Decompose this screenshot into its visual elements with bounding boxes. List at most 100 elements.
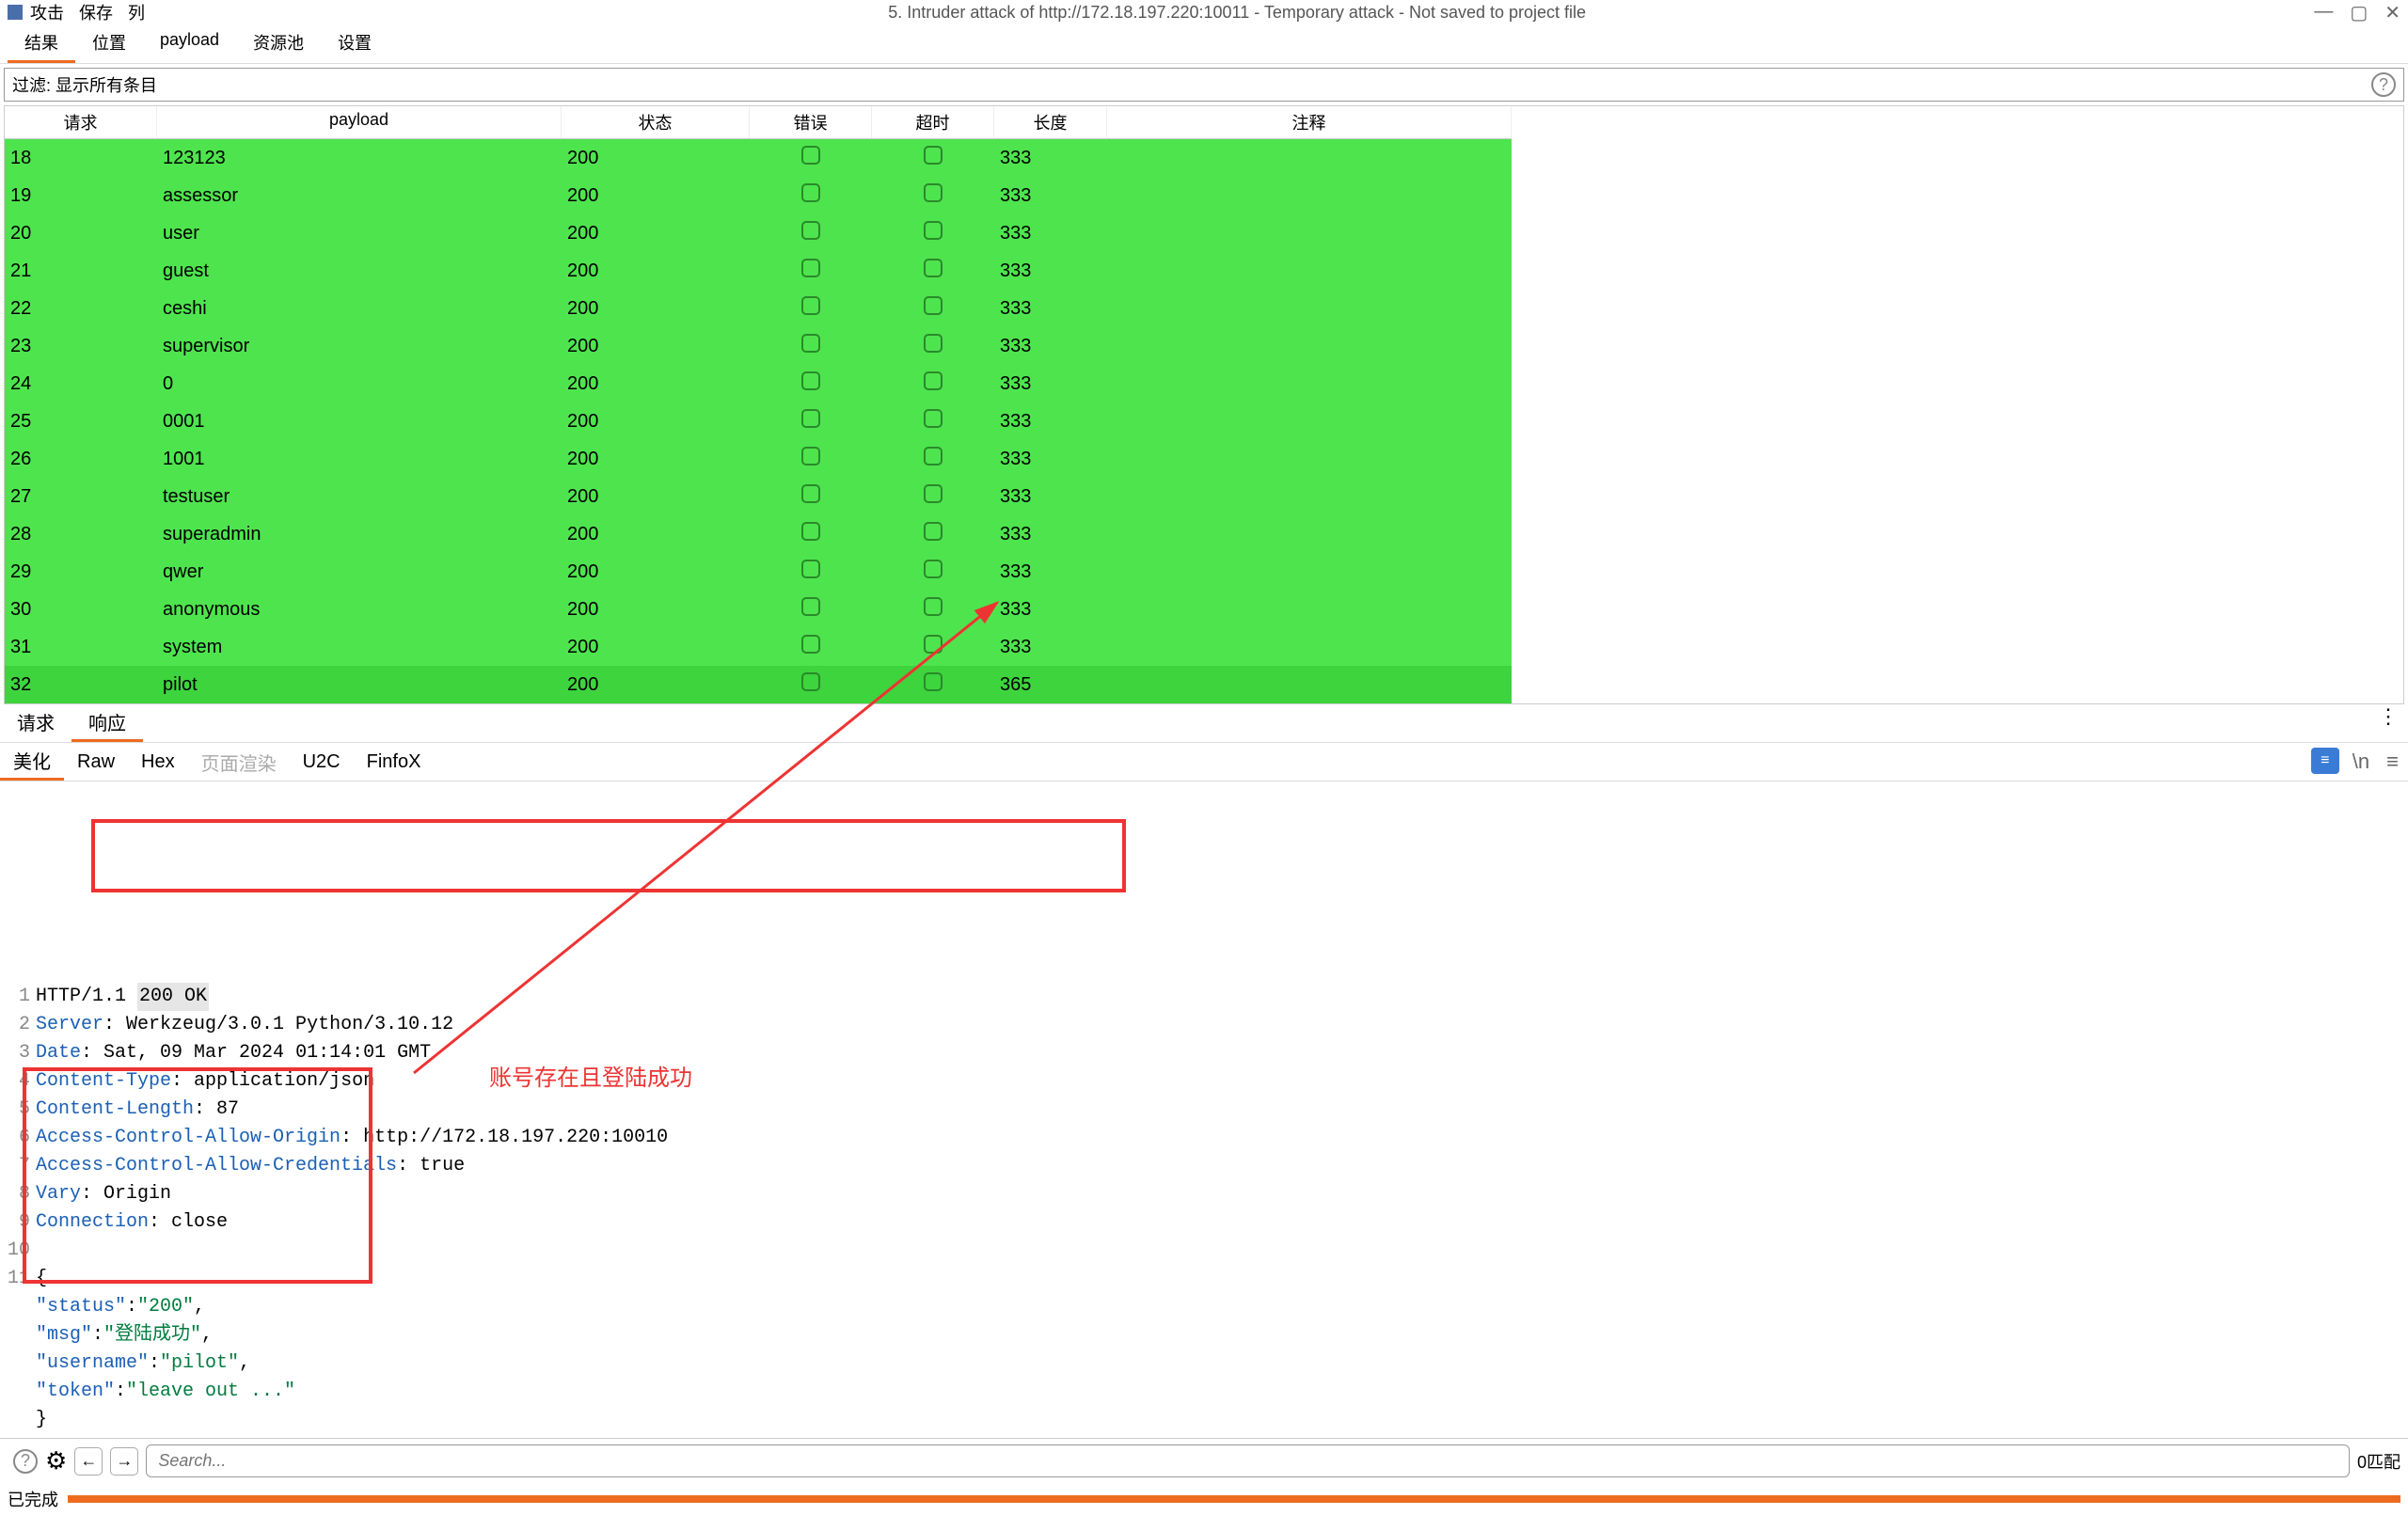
close-icon[interactable]: ✕ [2384,1,2400,24]
vtab-hex[interactable]: Hex [128,748,188,777]
checkbox-icon [801,221,820,240]
app-icon [8,5,23,20]
search-bar: ? ⚙ ← → 0匹配 [0,1438,2408,1483]
more-icon[interactable]: ⋮ [2368,704,2408,742]
prev-match-button[interactable]: ← [74,1447,103,1476]
code-line: "token":"leave out ..." [8,1378,2400,1406]
response-body[interactable]: 账号存在且登陆成功 1HTTP/1.1 200 OK2Server: Werkz… [0,781,2408,1438]
table-row[interactable]: 21guest200333 [5,252,1512,290]
tab-results[interactable]: 结果 [8,24,75,63]
menu-save[interactable]: 保存 [79,0,113,24]
help-icon[interactable]: ? [2371,72,2396,97]
col-timeout[interactable]: 超时 [872,106,994,138]
tab-resourcepool[interactable]: 资源池 [236,24,321,63]
col-status[interactable]: 状态 [562,106,750,138]
checkbox-icon [924,560,943,578]
filter-value: 显示所有条目 [55,72,2366,97]
checkbox-icon [801,672,820,691]
table-row[interactable]: 31system200333 [5,628,1512,666]
checkbox-icon [801,484,820,503]
view-tabs: 美化 Raw Hex 页面渲染 U2C FinfoX ≡ \n ≡ [0,743,2408,781]
tab-response[interactable]: 响应 [71,704,143,742]
checkbox-icon [924,371,943,390]
vtab-finfox[interactable]: FinfoX [354,748,435,777]
checkbox-icon [924,484,943,503]
tab-settings[interactable]: 设置 [321,24,388,63]
checkbox-icon [801,560,820,578]
checkbox-icon [924,221,943,240]
table-row[interactable]: 20user200333 [5,214,1512,252]
table-row[interactable]: 22ceshi200333 [5,290,1512,327]
checkbox-icon [801,146,820,165]
table-row[interactable]: 27testuser200333 [5,478,1512,515]
vtab-render[interactable]: 页面渲染 [188,745,290,780]
status-bar: 已完成 [0,1483,2408,1515]
vtab-raw[interactable]: Raw [64,748,128,777]
table-row[interactable]: 240200333 [5,365,1512,402]
minimize-icon[interactable]: — [2314,1,2333,24]
status-text: 已完成 [8,1487,58,1511]
request-response-tabs: 请求 响应 ⋮ [0,704,2408,743]
code-line: 1HTTP/1.1 200 OK [8,983,2400,1011]
checkbox-icon [924,334,943,353]
col-payload[interactable]: payload [157,106,562,138]
vtab-u2c[interactable]: U2C [290,748,354,777]
checkbox-icon [924,183,943,202]
code-line: "msg":"登陆成功", [8,1321,2400,1349]
checkbox-icon [801,522,820,541]
results-table: 请求 payload 状态 错误 超时 长度 注释 18123123200333… [4,105,2404,704]
checkbox-icon [924,296,943,315]
checkbox-icon [924,447,943,466]
table-row[interactable]: 30anonymous200333 [5,591,1512,628]
checkbox-icon [801,597,820,616]
checkbox-icon [801,183,820,202]
table-row[interactable]: 261001200333 [5,440,1512,478]
code-line: } [8,1406,2400,1434]
inspector-icon[interactable]: ≡ [2311,748,2339,774]
col-request[interactable]: 请求 [5,106,157,138]
tab-request[interactable]: 请求 [0,704,71,742]
checkbox-icon [924,522,943,541]
checkbox-icon [801,635,820,654]
menu-attack[interactable]: 攻击 [30,0,64,24]
table-row[interactable]: 250001200333 [5,402,1512,440]
filter-bar[interactable]: 过滤: 显示所有条目 ? [4,68,2404,102]
col-comment[interactable]: 注释 [1107,106,1512,138]
table-row[interactable]: 32pilot200365 [5,666,1512,703]
code-line: "status":"200", [8,1293,2400,1321]
table-row[interactable]: 23supervisor200333 [5,327,1512,365]
col-error[interactable]: 错误 [750,106,872,138]
window-controls: — ▢ ✕ [2314,1,2400,24]
tab-positions[interactable]: 位置 [75,24,143,63]
code-line: 3Date: Sat, 09 Mar 2024 01:14:01 GMT [8,1039,2400,1067]
table-row[interactable]: 19assessor200333 [5,177,1512,214]
code-line: 2Server: Werkzeug/3.0.1 Python/3.10.12 [8,1011,2400,1039]
gear-icon[interactable]: ⚙ [45,1446,67,1476]
table-row[interactable]: 28superadmin200333 [5,515,1512,553]
menu-columns[interactable]: 列 [128,0,145,24]
table-row[interactable]: 29qwer200333 [5,553,1512,591]
checkbox-icon [924,259,943,277]
filter-label: 过滤: [12,72,51,97]
checkbox-icon [801,334,820,353]
checkbox-icon [924,672,943,691]
checkbox-icon [924,409,943,428]
checkbox-icon [801,409,820,428]
window-title: 5. Intruder attack of http://172.18.197.… [160,3,2314,23]
checkbox-icon [924,146,943,165]
code-line: "username":"pilot", [8,1349,2400,1378]
match-count: 0匹配 [2357,1449,2400,1474]
wrap-icon[interactable]: \n [2349,748,2373,776]
table-row[interactable]: 18123123200333 [5,139,1512,177]
table-blank-area [1512,106,2403,703]
maximize-icon[interactable]: ▢ [2350,1,2368,24]
tab-payload[interactable]: payload [143,24,236,63]
checkbox-icon [801,447,820,466]
vtab-pretty[interactable]: 美化 [0,743,64,781]
search-help-icon[interactable]: ? [13,1449,38,1474]
col-length[interactable]: 长度 [994,106,1107,138]
search-input[interactable] [146,1444,2350,1477]
hamburger-icon[interactable]: ≡ [2383,748,2402,776]
checkbox-icon [801,259,820,277]
next-match-button[interactable]: → [110,1447,138,1476]
